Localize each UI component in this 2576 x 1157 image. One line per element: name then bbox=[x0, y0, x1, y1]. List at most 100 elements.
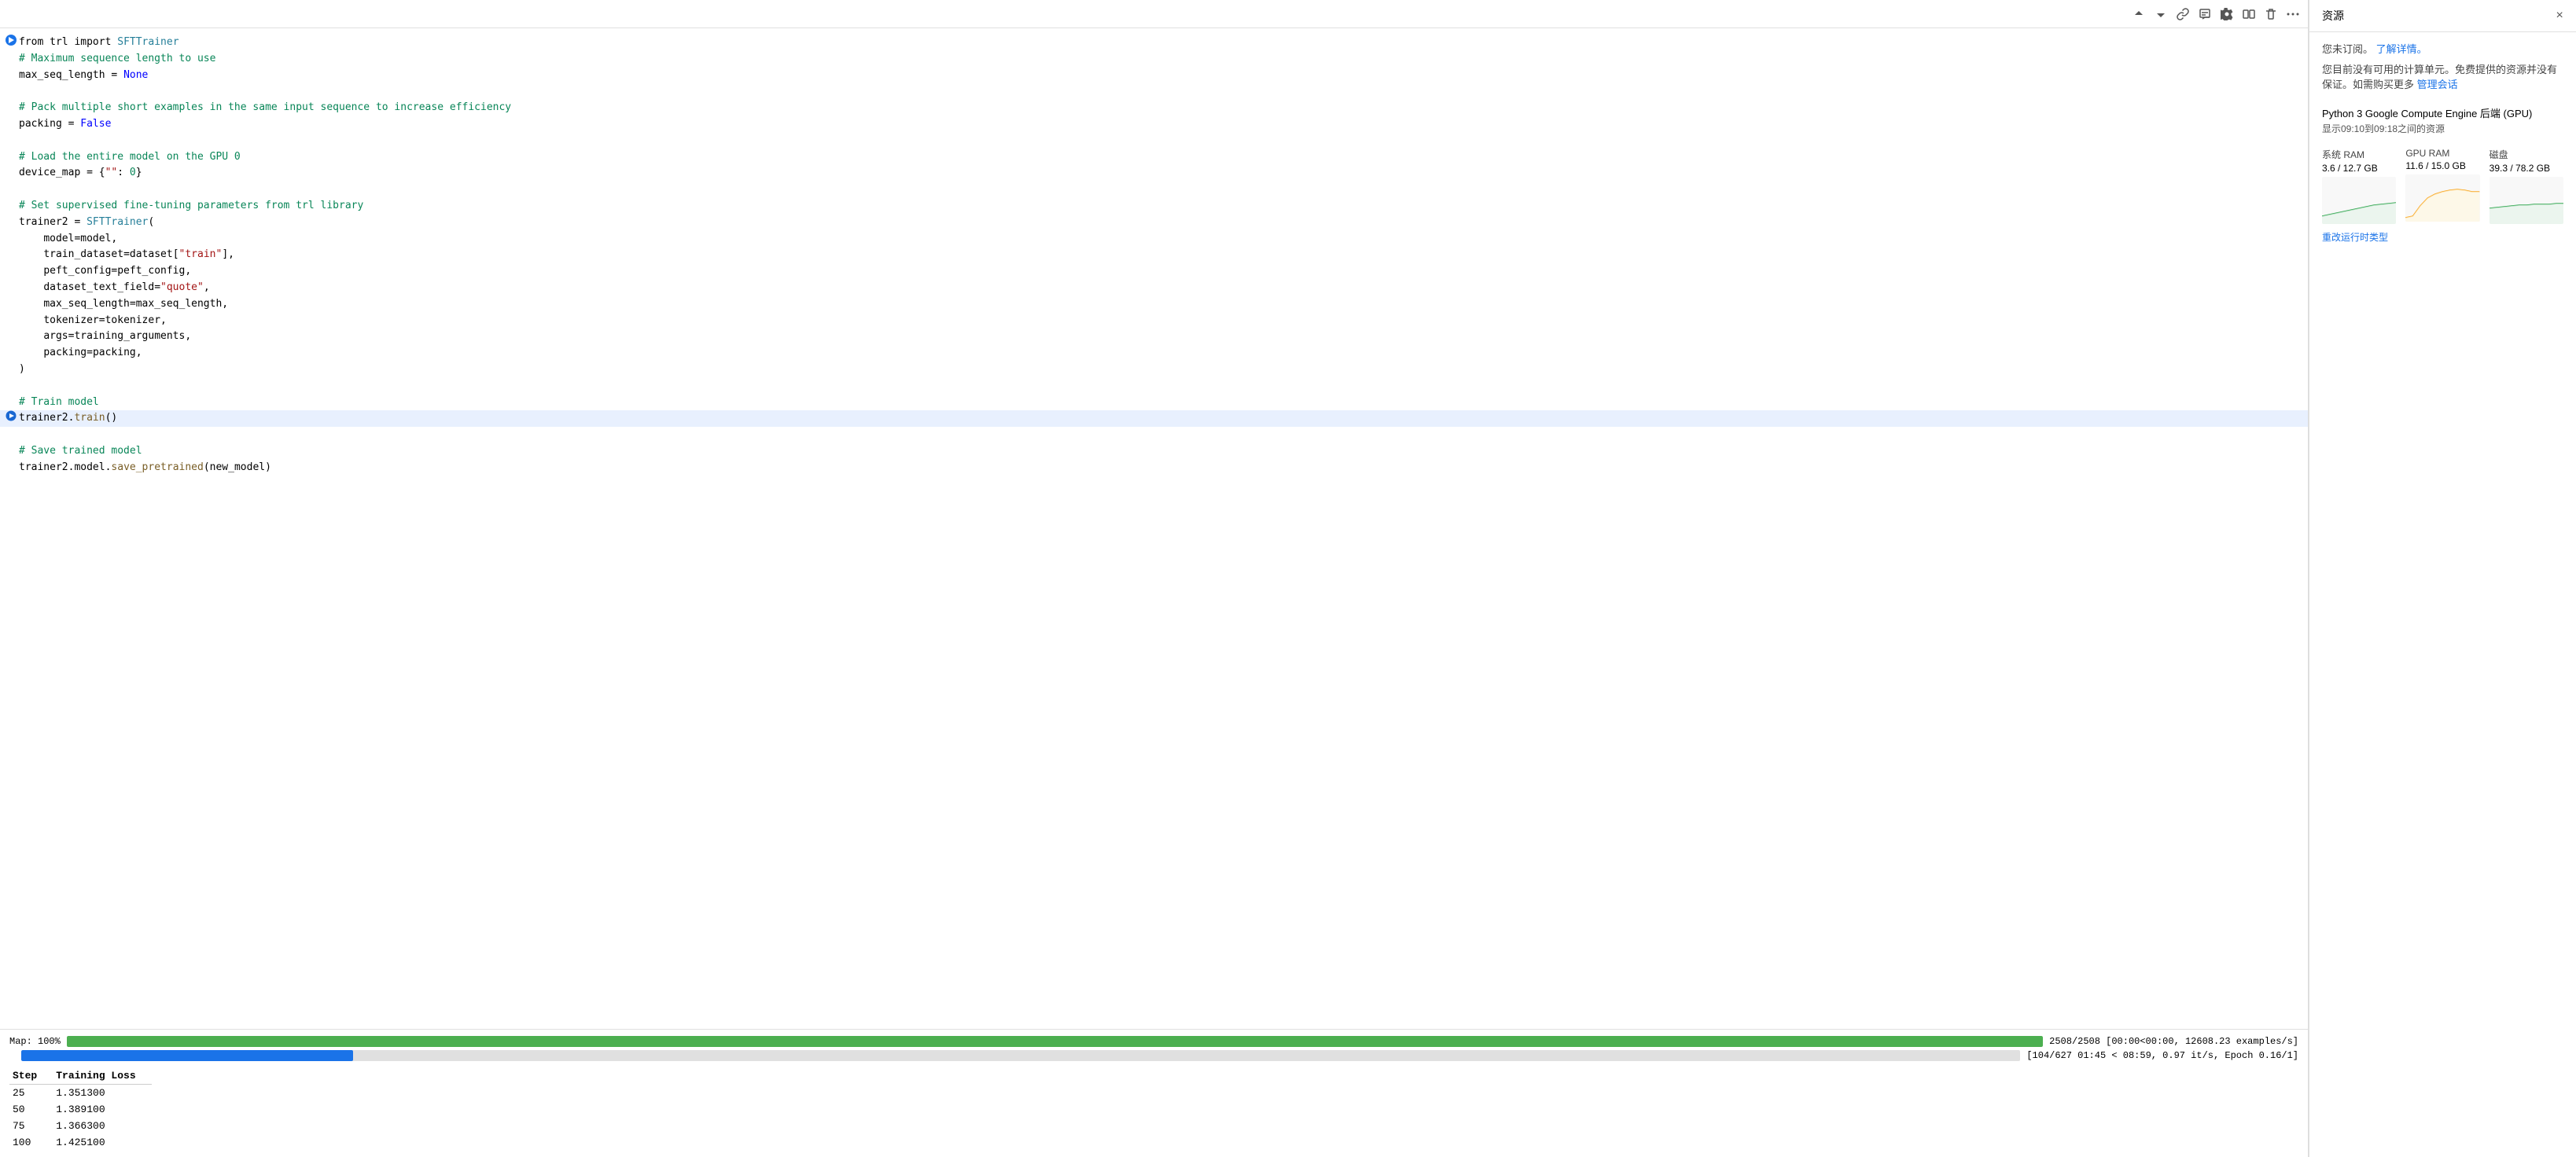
code-text: dataset_text_field="quote", bbox=[19, 280, 210, 296]
manage-link[interactable]: 管理会话 bbox=[2417, 79, 2458, 90]
map-progress-label: Map: 100% bbox=[9, 1036, 61, 1047]
subscribe-link[interactable]: 了解详情。 bbox=[2376, 43, 2427, 55]
code-text: args=training_arguments, bbox=[19, 329, 191, 345]
code-line: max_seq_length = None bbox=[0, 68, 2308, 84]
line-gutter bbox=[3, 35, 19, 46]
system-ram-card: 系统 RAM 3.6 / 12.7 GB bbox=[2322, 148, 2396, 224]
code-text: trainer2.train() bbox=[19, 410, 117, 427]
metrics-row: 系统 RAM 3.6 / 12.7 GB GPU RAM 11.6 / 15.0… bbox=[2322, 148, 2563, 224]
backend-title: Python 3 Google Compute Engine 后端 (GPU) bbox=[2322, 105, 2563, 120]
code-line: max_seq_length=max_seq_length, bbox=[0, 296, 2308, 313]
code-text bbox=[19, 378, 25, 395]
train-progress-row: [104/627 01:45 < 08:59, 0.97 it/s, Epoch… bbox=[9, 1050, 2298, 1061]
output-area: Map: 100% 2508/2508 [00:00<00:00, 12608.… bbox=[0, 1029, 2308, 1157]
code-text: # Maximum sequence length to use bbox=[19, 51, 215, 68]
code-line bbox=[0, 378, 2308, 395]
code-line: # Load the entire model on the GPU 0 bbox=[0, 149, 2308, 166]
move-up-button[interactable] bbox=[2130, 6, 2147, 23]
table-row: 1001.425100 bbox=[9, 1134, 152, 1151]
gpu-ram-chart bbox=[2405, 174, 2479, 222]
code-line: args=training_arguments, bbox=[0, 329, 2308, 345]
table-row: 751.366300 bbox=[9, 1118, 152, 1134]
code-line: # Train model bbox=[0, 395, 2308, 411]
code-line: # Save trained model bbox=[0, 443, 2308, 460]
code-line: model=model, bbox=[0, 231, 2308, 248]
code-text: trainer2.model.save_pretrained(new_model… bbox=[19, 460, 271, 476]
code-text: # Pack multiple short examples in the sa… bbox=[19, 100, 511, 116]
code-text: # Load the entire model on the GPU 0 bbox=[19, 149, 241, 166]
training-table: Step Training Loss 251.351300501.3891007… bbox=[9, 1067, 152, 1151]
map-progress-row: Map: 100% 2508/2508 [00:00<00:00, 12608.… bbox=[9, 1036, 2298, 1047]
table-row: 501.389100 bbox=[9, 1101, 152, 1118]
more-button[interactable] bbox=[2284, 6, 2302, 23]
table-cell-loss: 1.425100 bbox=[53, 1134, 151, 1151]
comment-button[interactable] bbox=[2196, 6, 2214, 23]
table-cell-step: 100 bbox=[9, 1134, 53, 1151]
code-line: device_map = {"": 0} bbox=[0, 165, 2308, 182]
link-button[interactable] bbox=[2174, 6, 2191, 23]
code-text: # Set supervised fine-tuning parameters … bbox=[19, 198, 363, 215]
subscribe-text: 您未订阅。 bbox=[2322, 43, 2373, 55]
code-text: max_seq_length=max_seq_length, bbox=[19, 296, 228, 313]
system-ram-value: 3.6 / 12.7 GB bbox=[2322, 163, 2396, 174]
code-text: ) bbox=[19, 362, 25, 378]
table-header-step: Step bbox=[9, 1067, 53, 1085]
subscribe-notice2: 您目前没有可用的计算单元。免费提供的资源并没有保证。如需购买更多 管理会话 bbox=[2322, 62, 2563, 93]
move-down-button[interactable] bbox=[2152, 6, 2169, 23]
code-line: packing=packing, bbox=[0, 345, 2308, 362]
system-ram-chart bbox=[2322, 177, 2396, 224]
train-progress-fill bbox=[21, 1050, 353, 1061]
disk-value: 39.3 / 78.2 GB bbox=[2490, 163, 2563, 174]
code-toolbar bbox=[0, 0, 2308, 28]
table-cell-loss: 1.351300 bbox=[53, 1085, 151, 1102]
table-cell-loss: 1.389100 bbox=[53, 1101, 151, 1118]
code-text bbox=[19, 427, 25, 443]
code-line: dataset_text_field="quote", bbox=[0, 280, 2308, 296]
code-line: from trl import SFTTrainer bbox=[0, 35, 2308, 51]
train-progress-info: [104/627 01:45 < 08:59, 0.97 it/s, Epoch… bbox=[2026, 1050, 2298, 1061]
code-text bbox=[19, 83, 25, 100]
disk-chart bbox=[2490, 177, 2563, 224]
resources-title: 资源 bbox=[2322, 8, 2344, 24]
change-runtime-link[interactable]: 重改运行时类型 bbox=[2322, 232, 2388, 243]
code-line: ) bbox=[0, 362, 2308, 378]
code-content: from trl import SFTTrainer # Maximum seq… bbox=[0, 28, 2308, 483]
subscribe-notice: 您未订阅。 了解详情。 bbox=[2322, 42, 2563, 57]
train-progress-label bbox=[9, 1050, 15, 1061]
system-ram-label: 系统 RAM bbox=[2322, 148, 2396, 161]
code-text bbox=[19, 182, 25, 198]
close-button[interactable]: × bbox=[2556, 9, 2563, 23]
resources-header: 资源 × bbox=[2309, 0, 2576, 32]
table-cell-step: 75 bbox=[9, 1118, 53, 1134]
gpu-ram-label: GPU RAM bbox=[2405, 148, 2479, 159]
resources-body: 您未订阅。 了解详情。 您目前没有可用的计算单元。免费提供的资源并没有保证。如需… bbox=[2309, 32, 2576, 253]
code-line: peft_config=peft_config, bbox=[0, 263, 2308, 280]
code-line: trainer2 = SFTTrainer( bbox=[0, 215, 2308, 231]
table-cell-step: 25 bbox=[9, 1085, 53, 1102]
code-text: peft_config=peft_config, bbox=[19, 263, 191, 280]
map-progress-info: 2508/2508 [00:00<00:00, 12608.23 example… bbox=[2049, 1036, 2298, 1047]
code-text: model=model, bbox=[19, 231, 117, 248]
code-text: train_dataset=dataset["train"], bbox=[19, 247, 234, 263]
code-text: trainer2 = SFTTrainer( bbox=[19, 215, 154, 231]
code-scroll-area[interactable]: from trl import SFTTrainer # Maximum seq… bbox=[0, 28, 2308, 1029]
code-text: max_seq_length = None bbox=[19, 68, 148, 84]
active-code-line: trainer2.train() bbox=[0, 410, 2308, 427]
code-line bbox=[0, 133, 2308, 149]
code-line: # Maximum sequence length to use bbox=[0, 51, 2308, 68]
gpu-ram-card: GPU RAM 11.6 / 15.0 GB bbox=[2405, 148, 2479, 224]
delete-button[interactable] bbox=[2262, 6, 2280, 23]
code-line bbox=[0, 83, 2308, 100]
mirror-button[interactable] bbox=[2240, 6, 2258, 23]
map-progress-fill bbox=[67, 1036, 2043, 1047]
code-text: tokenizer=tokenizer, bbox=[19, 313, 167, 329]
code-text bbox=[19, 133, 25, 149]
table-cell-loss: 1.366300 bbox=[53, 1118, 151, 1134]
settings-button[interactable] bbox=[2218, 6, 2236, 23]
code-line: train_dataset=dataset["train"], bbox=[0, 247, 2308, 263]
code-line: # Pack multiple short examples in the sa… bbox=[0, 100, 2308, 116]
train-progress-bar bbox=[21, 1050, 2020, 1061]
code-text: packing = False bbox=[19, 116, 111, 133]
code-text: from trl import SFTTrainer bbox=[19, 35, 179, 51]
backend-subtitle: 显示09:10到09:18之间的资源 bbox=[2322, 122, 2563, 135]
